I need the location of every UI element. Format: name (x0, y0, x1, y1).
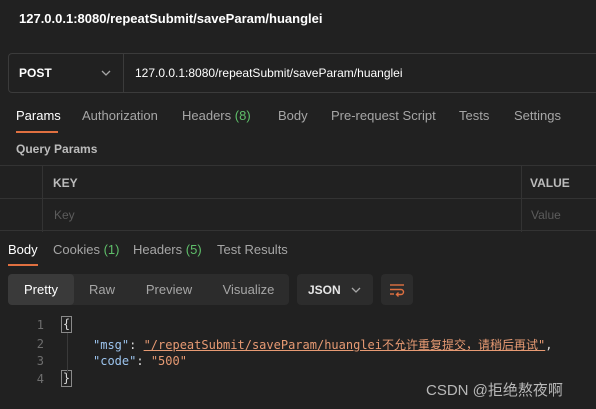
query-params-title: Query Params (16, 142, 98, 156)
json-key: "msg" (93, 338, 130, 352)
indent-guide (67, 333, 68, 373)
json-string-value: "500" (150, 354, 187, 368)
response-tab-body[interactable]: Body (8, 242, 38, 257)
line-number: 3 (36, 354, 44, 368)
view-mode-group: Pretty Raw Preview Visualize (8, 274, 289, 305)
request-bar: POST 127.0.0.1:8080/repeatSubmit/savePar… (8, 53, 596, 93)
cookies-count-badge: (1) (103, 242, 120, 257)
url-input[interactable]: 127.0.0.1:8080/repeatSubmit/saveParam/hu… (135, 66, 403, 80)
chevron-down-icon (351, 287, 361, 293)
format-label: JSON (308, 283, 341, 297)
json-close-brace: } (61, 370, 72, 387)
json-key: "code" (93, 354, 137, 368)
line-number: 4 (36, 372, 44, 386)
request-tabs: Params Authorization Headers (8) Body Pr… (0, 108, 596, 133)
value-column-header: VALUE (530, 176, 570, 190)
json-string-value[interactable]: "/repeatSubmit/saveParam/huanglei不允许重复提交… (144, 338, 546, 352)
tab-headers[interactable]: Headers (8) (182, 108, 251, 123)
request-titlebar: 127.0.0.1:8080/repeatSubmit/saveParam/hu… (0, 0, 596, 40)
table-header-row: KEY VALUE (0, 166, 596, 199)
response-tab-test-results[interactable]: Test Results (217, 242, 288, 257)
headers-count-badge: (8) (234, 108, 251, 123)
format-select[interactable]: JSON (297, 274, 373, 305)
response-tabs: Body Cookies (1) Headers (5) Test Result… (0, 242, 596, 266)
view-visualize-button[interactable]: Visualize (208, 274, 289, 305)
tab-body[interactable]: Body (278, 108, 308, 123)
key-input[interactable]: Key (54, 208, 75, 222)
view-preview-button[interactable]: Preview (130, 274, 208, 305)
active-tab-indicator (16, 131, 58, 133)
method-select[interactable]: POST (9, 54, 124, 92)
chevron-down-icon (101, 70, 111, 76)
response-tab-cookies[interactable]: Cookies (1) (53, 242, 119, 257)
response-tab-headers[interactable]: Headers (5) (133, 242, 202, 257)
json-open-brace: { (61, 316, 72, 333)
line-number: 2 (36, 337, 44, 351)
value-input[interactable]: Value (531, 208, 561, 222)
tab-settings[interactable]: Settings (514, 108, 561, 123)
method-label: POST (19, 66, 52, 80)
view-raw-button[interactable]: Raw (74, 274, 130, 305)
tab-authorization[interactable]: Authorization (82, 108, 158, 123)
view-pretty-button[interactable]: Pretty (8, 274, 74, 305)
json-line-code: "code": "500" (93, 354, 187, 368)
request-title[interactable]: 127.0.0.1:8080/repeatSubmit/saveParam/hu… (19, 11, 323, 26)
response-headers-count-badge: (5) (185, 242, 202, 257)
query-params-table: KEY VALUE Key Value (0, 165, 596, 232)
key-column-header: KEY (53, 176, 78, 190)
tab-tests[interactable]: Tests (459, 108, 489, 123)
active-response-tab-indicator (8, 264, 38, 266)
watermark: CSDN @拒绝熬夜啊 (426, 382, 563, 399)
line-number: 1 (36, 318, 44, 332)
tab-pre-request-script[interactable]: Pre-request Script (331, 108, 436, 123)
json-line-msg: "msg": "/repeatSubmit/saveParam/huanglei… (93, 338, 553, 352)
wrap-lines-button[interactable] (381, 274, 413, 305)
table-row: Key Value (0, 199, 596, 232)
tab-params[interactable]: Params (16, 108, 61, 123)
wrap-lines-icon (390, 284, 405, 297)
